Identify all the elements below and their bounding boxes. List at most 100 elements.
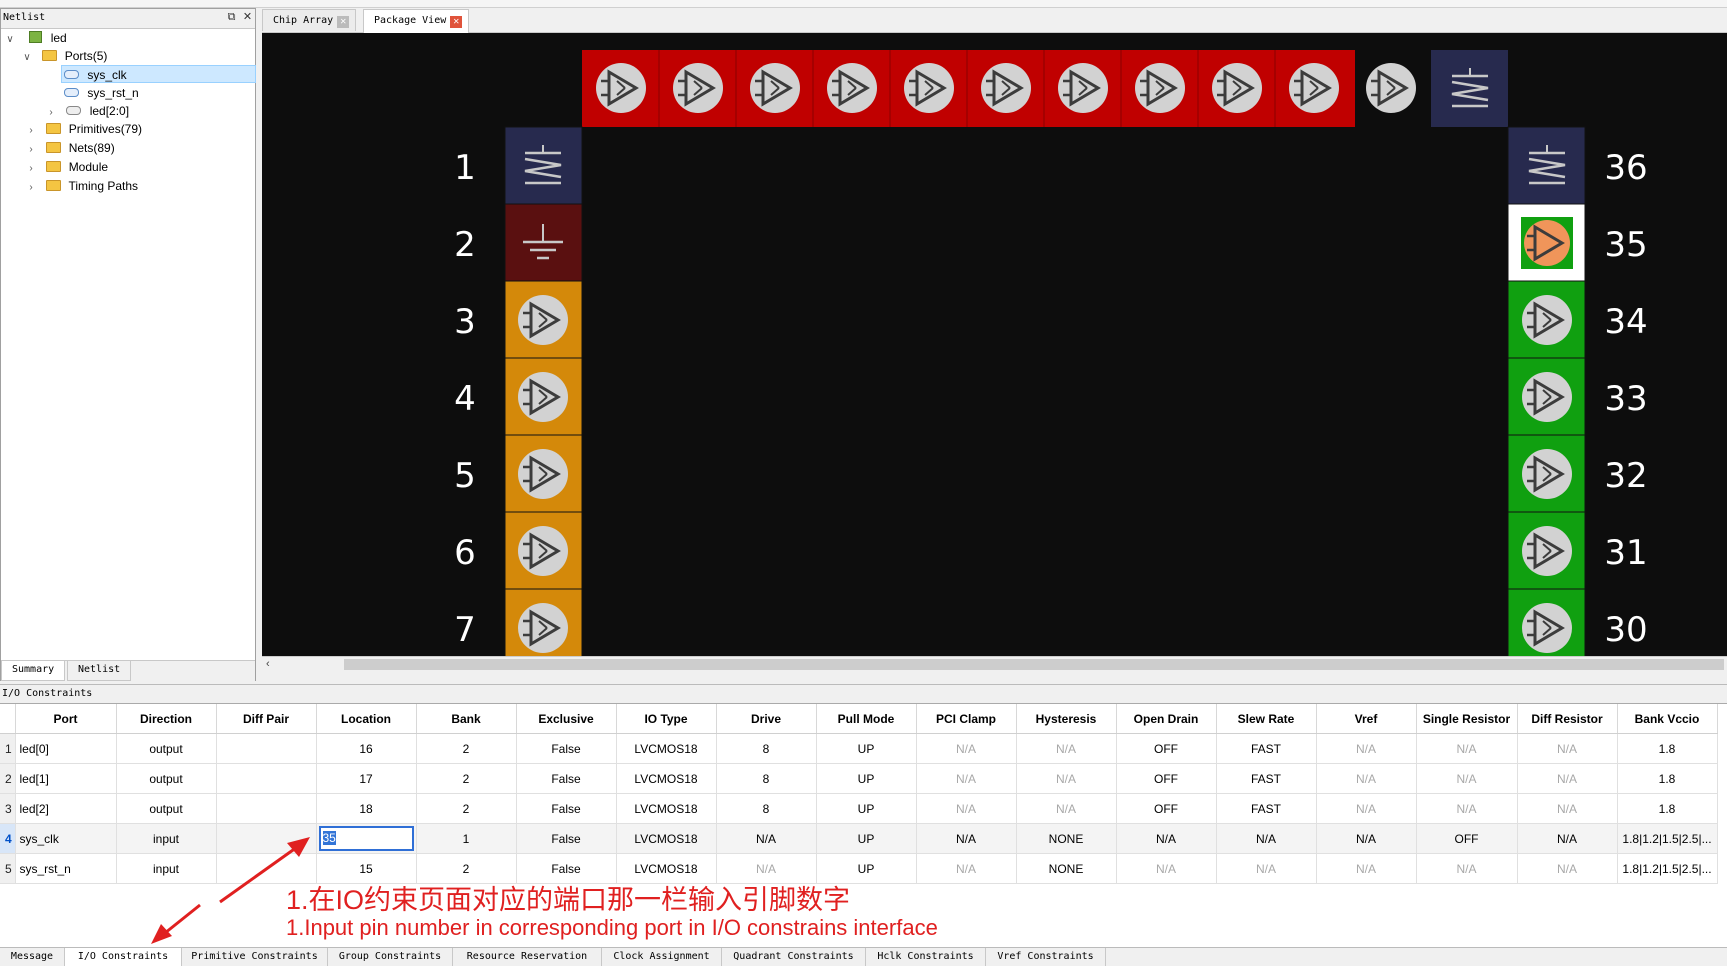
table-cell[interactable]: N/A	[1416, 853, 1518, 884]
table-cell[interactable]: 18	[316, 793, 417, 824]
float-panel-icon[interactable]: ⧉	[225, 11, 238, 24]
table-cell[interactable]: LVCMOS18	[616, 763, 717, 794]
table-cell[interactable]: N/A	[1517, 853, 1618, 884]
close-icon[interactable]: ✕	[241, 11, 254, 24]
table-cell[interactable]: N/A	[1517, 793, 1618, 824]
table-cell[interactable]: 2	[416, 793, 517, 824]
table-cell[interactable]: N/A	[1416, 733, 1518, 764]
table-cell[interactable]: N/A	[1016, 733, 1117, 764]
table-cell[interactable]: N/A	[1517, 823, 1618, 854]
table-cell[interactable]: N/A	[916, 733, 1017, 764]
table-cell[interactable]: N/A	[916, 823, 1017, 854]
chevron-down-icon[interactable]: ∨	[4, 31, 16, 49]
tab-clock-assignment[interactable]: Clock Assignment	[602, 948, 722, 966]
table-cell[interactable]: output	[116, 793, 217, 824]
table-cell[interactable]: 8	[716, 733, 817, 764]
table-cell[interactable]: NONE	[1016, 823, 1117, 854]
tab-summary[interactable]: Summary	[1, 661, 66, 681]
table-cell[interactable]: 2	[416, 853, 517, 884]
tree-item-nets[interactable]: › Nets(89)	[25, 139, 114, 157]
column-header[interactable]: Slew Rate	[1216, 704, 1317, 734]
table-cell[interactable]: LVCMOS18	[616, 793, 717, 824]
table-cell[interactable]: output	[116, 763, 217, 794]
table-cell[interactable]: LVCMOS18	[616, 733, 717, 764]
table-cell[interactable]	[216, 763, 317, 794]
column-header[interactable]: Exclusive	[516, 704, 617, 734]
tab-vref-constraints[interactable]: Vref Constraints	[986, 948, 1106, 966]
column-header[interactable]: Single Resistor	[1416, 704, 1518, 734]
table-row[interactable]: 3 led[2] output 18 2 False LVCMOS18 8 UP N/A N/A OF…	[0, 793, 1718, 824]
column-header[interactable]: Pull Mode	[816, 704, 917, 734]
tab-resource-reservation[interactable]: Resource Reservation	[453, 948, 602, 966]
tree-item-led[interactable]: ∨ led	[4, 29, 67, 47]
table-cell[interactable]: 1	[416, 823, 517, 854]
tree-item-timing-paths[interactable]: › Timing Paths	[25, 177, 138, 195]
table-cell[interactable]: 1.8	[1617, 793, 1718, 824]
table-cell[interactable]: UP	[816, 823, 917, 854]
column-header[interactable]: Diff Pair	[216, 704, 317, 734]
table-cell[interactable]: NONE	[1016, 853, 1117, 884]
table-cell[interactable]: N/A	[1016, 763, 1117, 794]
table-cell[interactable]: OFF	[1116, 793, 1217, 824]
column-header[interactable]: Port	[15, 704, 117, 734]
table-cell[interactable]: N/A	[1216, 853, 1317, 884]
table-cell[interactable]: FAST	[1216, 763, 1317, 794]
column-header[interactable]: Open Drain	[1116, 704, 1217, 734]
table-cell[interactable]: FAST	[1216, 793, 1317, 824]
tab-io-constraints[interactable]: I/O Constraints	[65, 948, 182, 966]
tab-message[interactable]: Message	[0, 948, 65, 966]
table-cell[interactable]: N/A	[716, 853, 817, 884]
table-cell[interactable]: N/A	[916, 763, 1017, 794]
table-cell[interactable]: UP	[816, 733, 917, 764]
table-cell[interactable]: 1.8	[1617, 763, 1718, 794]
chevron-right-icon[interactable]: ›	[25, 122, 37, 140]
table-cell[interactable]: LVCMOS18	[616, 823, 717, 854]
table-cell[interactable]: UP	[816, 763, 917, 794]
table-cell[interactable]: input	[116, 853, 217, 884]
table-cell[interactable]: led[2]	[15, 793, 117, 824]
table-cell[interactable]: LVCMOS18	[616, 853, 717, 884]
table-row[interactable]: 5 sys_rst_n input 15 2 False LVCMOS18 N/A UP N/A N…	[0, 853, 1718, 884]
table-cell[interactable]	[216, 853, 317, 884]
table-cell[interactable]: N/A	[1116, 853, 1217, 884]
tree-item-primitives[interactable]: › Primitives(79)	[25, 120, 142, 138]
table-row[interactable]: 2 led[1] output 17 2 False LVCMOS18 8 UP N/A N/A OF…	[0, 763, 1718, 794]
column-header[interactable]: Hysteresis	[1016, 704, 1117, 734]
table-cell[interactable]: 8	[716, 793, 817, 824]
table-cell[interactable]: N/A	[916, 853, 1017, 884]
table-cell[interactable]: 1.8|1.2|1.5|2.5|...	[1617, 853, 1718, 884]
table-cell[interactable]: N/A	[1316, 793, 1417, 824]
table-cell[interactable]: N/A	[1517, 733, 1618, 764]
table-cell[interactable]: 1.8|1.2|1.5|2.5|...	[1617, 823, 1718, 854]
table-cell[interactable]: 2	[416, 733, 517, 764]
table-cell[interactable]: FAST	[1216, 733, 1317, 764]
table-cell[interactable]: False	[516, 823, 617, 854]
table-cell[interactable]: OFF	[1416, 823, 1518, 854]
table-cell[interactable]: UP	[816, 793, 917, 824]
tree-item-module[interactable]: › Module	[25, 158, 108, 176]
table-cell[interactable]: 8	[716, 763, 817, 794]
chevron-right-icon[interactable]: ›	[25, 179, 37, 197]
table-cell[interactable]: False	[516, 733, 617, 764]
table-cell[interactable]: output	[116, 733, 217, 764]
table-cell[interactable]: input	[116, 823, 217, 854]
column-header[interactable]: Bank	[416, 704, 517, 734]
table-cell[interactable]: 2	[416, 763, 517, 794]
column-header[interactable]: IO Type	[616, 704, 717, 734]
table-cell[interactable]: 35	[316, 823, 417, 854]
table-cell[interactable]: N/A	[1116, 823, 1217, 854]
column-header[interactable]: Location	[316, 704, 417, 734]
table-cell[interactable]: led[0]	[15, 733, 117, 764]
table-row[interactable]: 4 sys_clk input 35 1 False LVCMOS18 N/A UP N/A NON…	[0, 823, 1718, 854]
table-cell[interactable]: 17	[316, 763, 417, 794]
table-cell[interactable]: 16	[316, 733, 417, 764]
location-input[interactable]: 35	[318, 826, 414, 851]
close-icon[interactable]: ✕	[337, 16, 350, 28]
tab-primitive-constraints[interactable]: Primitive Constraints	[182, 948, 328, 966]
table-cell[interactable]: N/A	[1316, 733, 1417, 764]
table-cell[interactable]: N/A	[716, 823, 817, 854]
package-view-canvas[interactable]: 1 2 3 4 5 6 7 36 35 34 33 32 31 30	[262, 33, 1727, 656]
column-header[interactable]: PCI Clamp	[916, 704, 1017, 734]
chevron-right-icon[interactable]: ›	[25, 160, 37, 178]
tree-item-sys-rst-n[interactable]: sys_rst_n	[64, 84, 139, 102]
